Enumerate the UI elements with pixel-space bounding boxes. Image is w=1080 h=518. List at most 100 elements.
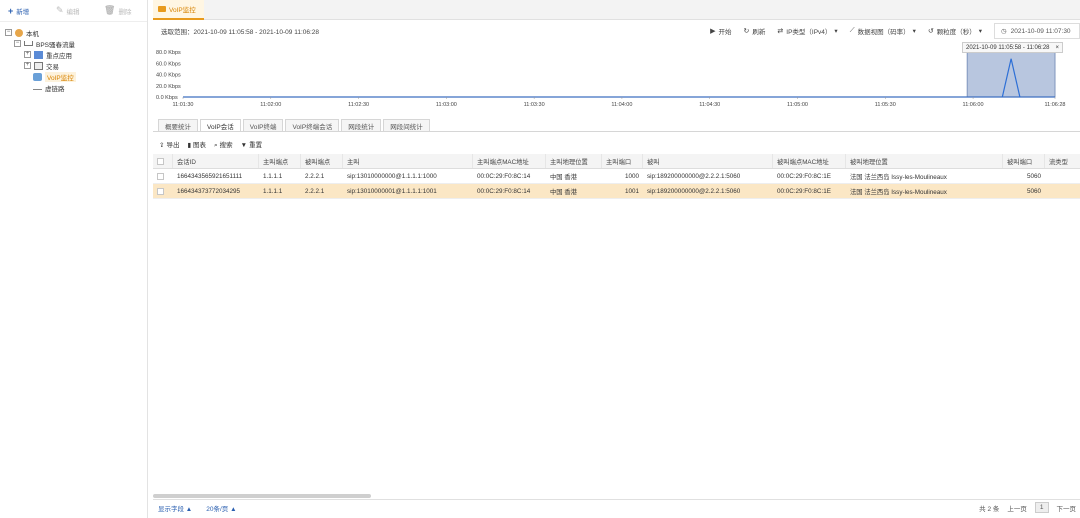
history-icon: ↺ (927, 28, 934, 35)
time-picker[interactable]: ◷ 2021-10-09 11:07:30 (994, 23, 1080, 39)
reset-button[interactable]: ▼ 重置 (241, 139, 262, 150)
tree-item-key-app[interactable]: + 重点应用 (0, 49, 147, 60)
refresh-icon: ↻ (743, 28, 750, 35)
select-all-cell (153, 154, 173, 168)
line-chart-icon: ⟋ (849, 27, 855, 34)
tree-item-root[interactable]: − 本机 (0, 27, 147, 38)
col-caller-port[interactable]: 主叫端口 (602, 154, 643, 168)
selected-range: 选取范围：2021-10-09 11:05:58 - 2021-10-09 11… (161, 29, 320, 36)
col-callee-location[interactable]: 被叫地理位置 (846, 154, 1003, 168)
x-tick-label: 11:02:30 (348, 102, 369, 108)
divider (153, 131, 1080, 132)
prev-page-button[interactable]: 上一页 (1007, 503, 1027, 513)
tree-item-virtual-link[interactable]: 虚链路 (0, 82, 147, 93)
row-checkbox[interactable] (157, 187, 164, 195)
cell-caller: sip:13010000000@1.1.1.1:1000 (347, 172, 437, 180)
col-caller-endpoint[interactable]: 主叫端点 (259, 154, 301, 168)
cell-callee-port: 5060 (1026, 187, 1041, 195)
search-button[interactable]: ⌕ 搜索 (214, 139, 233, 150)
filter-icon: ▼ (240, 142, 248, 149)
table-row[interactable]: 16643437377203429​5 1.1.1.1 2.2.2.1 sip:… (153, 184, 1080, 199)
cell-caller-port: 1001 (624, 187, 639, 195)
table-actions: ⇪ 导出 ▮ 图表 ⌕ 搜索 ▼ 重置 (159, 139, 262, 150)
cell-stream-type (1045, 184, 1080, 198)
cell-callee-location: 法国 法兰西岛 Issy-les-Moulineaux (850, 188, 947, 196)
x-tick-label: 11:05:30 (875, 102, 896, 108)
y-tick-label: 80.0 Kbps (156, 50, 181, 56)
row-select-cell (153, 169, 173, 183)
cell-caller-mac: 00:0C:29:F0:8C:14 (477, 172, 531, 180)
col-caller-mac[interactable]: 主叫端点MAC地址 (473, 154, 546, 168)
x-tick-label: 11:05:00 (787, 102, 808, 108)
show-fields-button[interactable]: 显示字段 ▲ (158, 503, 192, 513)
y-tick-label: 0.0 Kbps (156, 95, 178, 101)
tree-item-voip[interactable]: VoIP监控 (0, 71, 147, 82)
delete-button[interactable]: 🗑 删除 (104, 5, 146, 16)
row-checkbox[interactable] (157, 172, 164, 180)
cell-callee-endpoint: 2.2.2.1 (305, 187, 325, 195)
new-button[interactable]: + 新增 (8, 6, 50, 16)
chart-button[interactable]: ▮ 图表 (187, 139, 206, 150)
col-caller[interactable]: 主叫 (343, 154, 473, 168)
refresh-button[interactable]: ↻ 刷新 (744, 26, 766, 36)
tree-item-transaction[interactable]: + 交易 (0, 60, 147, 71)
network-icon (24, 41, 33, 46)
col-caller-location[interactable]: 主叫地理位置 (546, 154, 602, 168)
play-icon: ▶ (710, 28, 716, 35)
start-button[interactable]: ▶ 开始 (710, 26, 731, 36)
data-view-dropdown[interactable]: ⟋ 数据视图（码率） ▾ (850, 26, 916, 36)
shuffle-icon: ⇄ (777, 28, 784, 35)
next-page-button[interactable]: 下一页 (1057, 503, 1077, 513)
select-all-checkbox[interactable] (157, 157, 164, 165)
row-select-cell (153, 184, 173, 198)
collapse-icon[interactable]: − (14, 40, 21, 47)
trash-icon: 🗑 (104, 5, 116, 15)
table-header: 会话ID 主叫端点 被叫端点 主叫 主叫端点MAC地址 主叫地理位置 主叫端口 … (153, 154, 1080, 169)
page-size-select[interactable]: 20条/页 ▲ (206, 503, 236, 513)
table-row[interactable]: 1664343565921651111 1.1.1.1 2.2.2.1 sip:… (153, 169, 1080, 184)
clock-icon: ◷ (1001, 28, 1007, 35)
tree-item-group[interactable]: − BPS骚春流量 (0, 38, 147, 49)
x-tick-label: 11:03:00 (436, 102, 457, 108)
horizontal-scrollbar[interactable] (153, 494, 371, 498)
cell-stream-type (1045, 169, 1080, 183)
col-callee-mac[interactable]: 被叫端点MAC地址 (773, 154, 846, 168)
export-button[interactable]: ⇪ 导出 (159, 139, 179, 150)
bar-chart-icon: ▮ (187, 142, 192, 149)
expand-icon[interactable]: + (24, 51, 31, 58)
col-stream-type[interactable]: 流类型 (1045, 154, 1080, 168)
cell-callee: sip:189200000000@2.2.2.1:5060 (647, 172, 741, 180)
cell-callee-endpoint: 2.2.2.1 (305, 172, 325, 180)
ip-type-dropdown[interactable]: ⇄ IP类型（IPv4） ▾ (777, 26, 837, 36)
col-callee-endpoint[interactable]: 被叫端点 (301, 154, 343, 168)
x-tick-label: 11:03:30 (524, 102, 545, 108)
cell-callee-mac: 00:0C:29:F0:8C:1E (777, 172, 831, 180)
edit-button[interactable]: ✎ 编辑 (56, 5, 98, 16)
collapse-icon[interactable]: − (5, 29, 12, 36)
cell-callee: sip:189200000000@2.2.2.1:5060 (647, 187, 741, 195)
search-icon: ⌕ (214, 142, 218, 149)
link-icon (33, 86, 42, 90)
chevron-down-icon: ▾ (978, 28, 982, 35)
left-panel: + 新增 ✎ 编辑 🗑 删除 − 本机 − BPS骚春流量 + 重点应用 + 交易 V… (0, 0, 148, 518)
cell-caller-location: 中国 香港 (550, 188, 577, 196)
session-table: 会话ID 主叫端点 被叫端点 主叫 主叫端点MAC地址 主叫地理位置 主叫端口 … (153, 154, 1080, 199)
x-tick-label: 11:01:30 (172, 102, 193, 108)
col-callee[interactable]: 被叫 (643, 154, 773, 168)
export-icon: ⇪ (159, 142, 165, 149)
granularity-dropdown[interactable]: ↺ 颗粒度（秒） ▾ (928, 26, 982, 36)
chevron-down-icon: ▾ (912, 28, 916, 35)
voip-icon (33, 72, 42, 81)
col-callee-port[interactable]: 被叫端口 (1003, 154, 1045, 168)
tab-voip-monitor[interactable]: VoIP监控 (153, 0, 204, 20)
col-session-id[interactable]: 会话ID (173, 154, 259, 168)
main-area: VoIP监控 选取范围：2021-10-09 11:05:58 - 2021-1… (153, 0, 1080, 518)
expand-icon[interactable]: + (24, 62, 31, 69)
cell-session-id: 16643437377203429​5 (177, 187, 241, 195)
pagination: 共 2 条 上一页 1 下一页 (979, 502, 1076, 513)
cell-caller-port: 1000 (624, 172, 639, 180)
close-icon[interactable]: × (1056, 45, 1060, 51)
x-tick-label: 11:06:00 (963, 102, 984, 108)
current-page[interactable]: 1 (1034, 502, 1049, 513)
cell-caller-endpoint: 1.1.1.1 (263, 187, 283, 195)
